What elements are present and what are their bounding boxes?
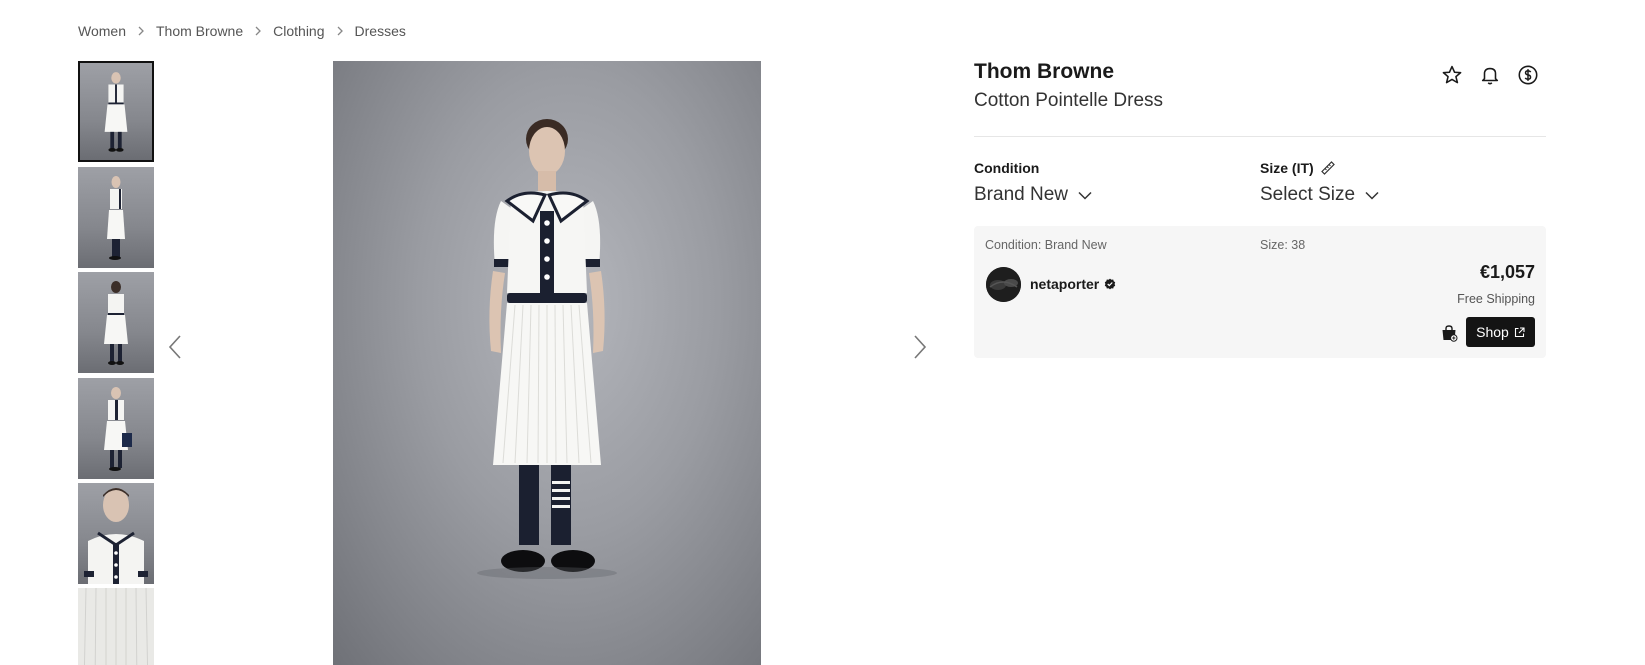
offer-condition: Condition: Brand New bbox=[985, 238, 1107, 252]
size-select[interactable]: Select Size bbox=[1260, 184, 1379, 206]
header-divider bbox=[974, 136, 1546, 137]
seller-name: netaporter bbox=[1030, 276, 1100, 292]
next-image-button[interactable] bbox=[905, 327, 935, 367]
offer-card: Condition: Brand New Size: 38 netaporter… bbox=[974, 226, 1546, 358]
breadcrumb: Women Thom Browne Clothing Dresses bbox=[78, 20, 406, 42]
product-actions bbox=[1440, 63, 1540, 87]
condition-value: Brand New bbox=[974, 184, 1068, 205]
product-photo bbox=[477, 119, 617, 579]
breadcrumb-women[interactable]: Women bbox=[78, 23, 126, 39]
condition-select[interactable]: Brand New bbox=[974, 184, 1092, 206]
thumbnail-strip bbox=[78, 61, 156, 665]
shop-button-label: Shop bbox=[1476, 324, 1509, 340]
verified-badge-icon bbox=[1105, 278, 1116, 290]
external-link-icon bbox=[1514, 326, 1525, 337]
breadcrumb-dresses[interactable]: Dresses bbox=[355, 23, 406, 39]
product-brand[interactable]: Thom Browne bbox=[974, 60, 1114, 84]
seller-avatar bbox=[986, 267, 1021, 302]
size-guide-button[interactable] bbox=[1320, 160, 1336, 176]
offer-size: Size: 38 bbox=[1260, 238, 1306, 252]
wishlist-button[interactable] bbox=[1440, 63, 1464, 87]
product-thumbnail-image bbox=[104, 281, 128, 365]
thumbnail-1[interactable] bbox=[78, 61, 154, 162]
product-thumbnail-image bbox=[78, 588, 154, 665]
bell-icon bbox=[1481, 67, 1499, 85]
thumbnail-2[interactable] bbox=[78, 167, 154, 268]
star-icon bbox=[1442, 65, 1462, 84]
chevron-right-icon bbox=[253, 26, 263, 36]
shop-button[interactable]: Shop bbox=[1466, 317, 1535, 347]
chevron-right-icon bbox=[914, 335, 927, 359]
chevron-right-icon bbox=[136, 26, 146, 36]
product-name: Cotton Pointelle Dress bbox=[974, 90, 1164, 111]
product-thumbnail-image bbox=[107, 176, 125, 260]
size-value: Select Size bbox=[1260, 184, 1356, 205]
condition-label-text: Condition bbox=[974, 160, 1040, 176]
thumbnail-6[interactable] bbox=[78, 588, 154, 665]
size-label: Size (IT) bbox=[1260, 160, 1336, 176]
chevron-down-icon bbox=[1365, 191, 1379, 200]
breadcrumb-clothing[interactable]: Clothing bbox=[273, 23, 324, 39]
thumbnail-3[interactable] bbox=[78, 272, 154, 373]
main-product-image[interactable] bbox=[333, 61, 761, 665]
product-thumbnail-image bbox=[84, 488, 148, 584]
thumbnail-5[interactable] bbox=[78, 483, 154, 584]
product-thumbnail-image bbox=[104, 387, 132, 471]
ruler-icon bbox=[1320, 161, 1335, 175]
offer-price: €1,057 bbox=[1479, 262, 1535, 282]
product-thumbnail-image bbox=[104, 72, 128, 152]
chevron-left-icon bbox=[168, 335, 181, 359]
thumbnail-4[interactable] bbox=[78, 378, 154, 479]
seller-link[interactable]: netaporter bbox=[1030, 276, 1116, 292]
breadcrumb-thom-browne[interactable]: Thom Browne bbox=[156, 23, 243, 39]
size-label-text: Size (IT) bbox=[1260, 160, 1314, 176]
offer-shipping: Free Shipping bbox=[1457, 292, 1535, 306]
chevron-down-icon bbox=[1078, 191, 1092, 200]
dollar-circle-icon bbox=[1518, 65, 1538, 85]
shopping-bag-icon bbox=[1442, 325, 1458, 342]
currency-button[interactable] bbox=[1516, 63, 1540, 87]
add-to-bag-button[interactable] bbox=[1438, 322, 1460, 344]
chevron-right-icon bbox=[335, 26, 345, 36]
price-alert-button[interactable] bbox=[1478, 63, 1502, 87]
previous-image-button[interactable] bbox=[160, 327, 190, 367]
condition-label: Condition bbox=[974, 160, 1039, 176]
